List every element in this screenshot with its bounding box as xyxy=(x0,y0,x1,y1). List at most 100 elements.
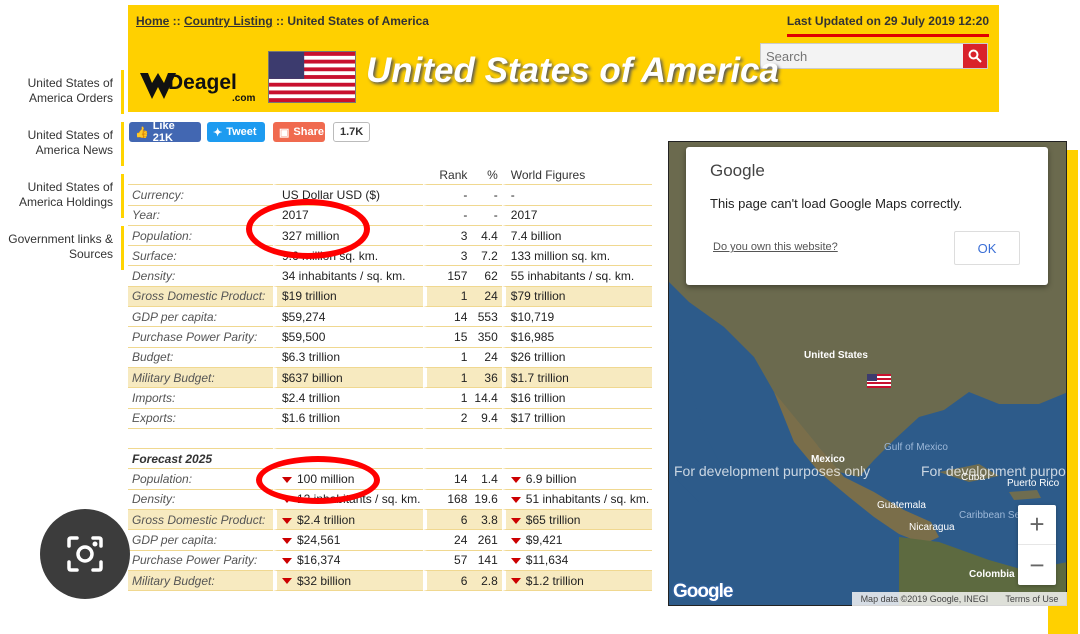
ok-button[interactable]: OK xyxy=(954,231,1020,265)
map-data-credit: Map data ©2019 Google, INEGI xyxy=(860,594,989,604)
table-row: Military Budget: $32 billion 6 2.8 $1.2 tril… xyxy=(128,570,653,592)
map-label-colombia: Colombia xyxy=(969,569,1015,580)
table-row: Purchase Power Parity: $59,500 15 350 $16,98… xyxy=(128,327,653,348)
row-rank: 157 xyxy=(423,266,472,287)
row-pct: 9.4 xyxy=(471,409,502,429)
row-world-text: 2017 xyxy=(510,208,538,223)
blank-cell xyxy=(423,449,472,470)
row-value-text: $2.4 trillion xyxy=(297,512,356,527)
tweet-label: Tweet xyxy=(226,126,257,138)
row-world-text: $79 trillion xyxy=(510,289,566,304)
table-row: Exports: $1.6 trillion 2 9.4 $17 trillion xyxy=(128,408,653,429)
row-world-text: $11,634 xyxy=(525,553,569,568)
row-value-text: $6.3 trillion xyxy=(282,350,341,365)
table-row: Imports: $2.4 trillion 1 14.4 $16 trillion xyxy=(128,388,653,409)
row-rank: 6 xyxy=(423,570,472,592)
row-rank: 14 xyxy=(423,307,472,328)
row-world: 51 inhabitants / sq. km. xyxy=(501,489,653,511)
row-world-text: - xyxy=(510,187,515,202)
like-label: Like 21K xyxy=(152,120,175,144)
breadcrumb-home-link[interactable]: Home xyxy=(136,14,169,28)
table-row: Population: 100 million 14 1.4 6.9 billion xyxy=(128,469,653,490)
row-world-text: $1.7 trillion xyxy=(510,370,569,385)
row-pct: - xyxy=(471,206,502,226)
zoom-out-button[interactable]: − xyxy=(1018,545,1056,585)
search-input[interactable] xyxy=(761,44,957,68)
row-pct: 350 xyxy=(471,327,502,348)
table-row: Density: 34 inhabitants / sq. km. 157 62 55 … xyxy=(128,266,653,287)
us-flag-icon xyxy=(268,51,356,103)
lens-camera-icon xyxy=(67,536,103,572)
row-pct: 553 xyxy=(471,307,502,328)
plus-icon: ▣ xyxy=(279,126,290,139)
row-pct: 261 xyxy=(471,530,502,551)
row-world-text: $10,719 xyxy=(510,309,555,324)
terms-of-use-link[interactable]: Terms of Use xyxy=(1005,594,1058,604)
share-count: 1.7K xyxy=(333,122,371,142)
table-row: Density: 12 inhabitants / sq. km. 168 19.6 5… xyxy=(128,489,653,511)
tweet-button[interactable]: ✦ Tweet xyxy=(207,122,265,142)
row-rank: 57 xyxy=(423,550,472,571)
row-pct: 14.4 xyxy=(471,388,502,409)
row-world: 55 inhabitants / sq. km. xyxy=(501,266,653,287)
row-value: $637 billion xyxy=(273,367,424,389)
page-title: United States of America xyxy=(366,51,779,90)
row-world-text: 51 inhabitants / sq. km. xyxy=(525,492,650,507)
maps-error-dialog: Google This page can't load Google Maps … xyxy=(686,147,1048,285)
header-rank: Rank xyxy=(423,165,472,186)
facebook-like-button[interactable]: 👍 Like 21K xyxy=(129,120,201,144)
sidebar-item-news[interactable]: United States of America News xyxy=(0,122,124,166)
lens-search-button[interactable] xyxy=(40,509,130,599)
row-world: $1.7 trillion xyxy=(501,367,653,389)
row-label: Gross Domestic Product: xyxy=(128,510,273,531)
row-rank: 1 xyxy=(423,367,472,389)
row-value-text: $16,374 xyxy=(297,553,341,568)
row-pct: 141 xyxy=(471,551,502,571)
row-world: $17 trillion xyxy=(501,408,653,429)
deagel-logo[interactable]: Deagel .com xyxy=(138,67,260,107)
breadcrumb-separator: :: xyxy=(169,14,185,28)
sidebar-item-holdings[interactable]: United States of America Holdings xyxy=(0,174,124,218)
zoom-in-button[interactable]: + xyxy=(1018,505,1056,545)
google-logo[interactable]: Google xyxy=(673,581,733,603)
row-label: GDP per capita: xyxy=(128,530,273,551)
breadcrumb-country-listing-link[interactable]: Country Listing xyxy=(184,14,273,28)
down-arrow-icon xyxy=(282,537,292,544)
row-rank: 3 xyxy=(423,246,472,267)
row-value-text: $2.4 trillion xyxy=(282,390,341,405)
row-world: $79 trillion xyxy=(501,286,653,308)
table-header-row: Rank % World Figures xyxy=(128,165,653,186)
map-zoom-control: + − xyxy=(1018,505,1056,585)
down-arrow-icon xyxy=(510,537,521,544)
own-website-link[interactable]: Do you own this website? xyxy=(713,241,838,253)
sidebar-item-orders[interactable]: United States of America Orders xyxy=(0,70,124,114)
table-row: Budget: $6.3 trillion 1 24 $26 trillion xyxy=(128,347,653,368)
twitter-bird-icon: ✦ xyxy=(213,126,223,139)
us-flag-marker-icon[interactable] xyxy=(867,374,891,388)
down-arrow-icon xyxy=(282,578,292,585)
row-rank: 2 xyxy=(423,408,472,429)
table-row: Population: 327 million 3 4.4 7.4 billion xyxy=(128,225,653,247)
row-world-text: $26 trillion xyxy=(510,350,566,365)
row-value-text: $19 trillion xyxy=(282,289,337,304)
map-label-guatemala: Guatemala xyxy=(877,500,926,511)
blank-cell xyxy=(471,449,502,470)
row-value: $59,274 xyxy=(273,307,424,328)
blank-row xyxy=(128,428,653,450)
header-world: World Figures xyxy=(501,165,653,186)
red-circle-annotation xyxy=(246,199,370,259)
map-label-nicaragua: Nicaragua xyxy=(909,522,955,533)
blank-cell xyxy=(501,428,653,450)
sidebar-item-government-links[interactable]: Government links & Sources xyxy=(0,226,124,270)
row-label: Density: xyxy=(128,266,273,287)
row-label: GDP per capita: xyxy=(128,307,273,328)
breadcrumb-separator: :: xyxy=(272,14,288,28)
row-value: 34 inhabitants / sq. km. xyxy=(273,266,424,287)
search-button[interactable] xyxy=(963,44,987,68)
forecast-section-row: Forecast 2025 xyxy=(128,449,653,470)
table-row: Purchase Power Parity: $16,374 57 141 $11,63… xyxy=(128,550,653,571)
site-header: Home :: Country Listing :: United States… xyxy=(128,5,999,112)
table-row: Military Budget: $637 billion 1 36 $1.7 tril… xyxy=(128,367,653,389)
share-button[interactable]: ▣ Share xyxy=(273,122,325,142)
table-row: Gross Domestic Product: $2.4 trillion 6 3.8… xyxy=(128,510,653,531)
